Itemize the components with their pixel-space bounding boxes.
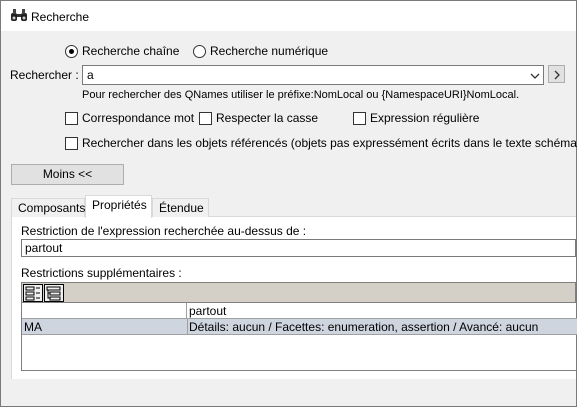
tab-properties[interactable]: Propriétés <box>85 195 152 218</box>
restrictions-grid: partout MA Détails: aucun / Facettes: en… <box>21 303 577 371</box>
regex-label: Expression régulière <box>370 111 480 125</box>
search-label: Rechercher : <box>10 68 79 82</box>
radio-numeric-label: Recherche numérique <box>210 44 329 58</box>
tab-components[interactable]: Composants <box>11 198 85 217</box>
search-input[interactable]: a <box>82 65 544 85</box>
chevron-right-icon <box>554 70 560 80</box>
radio-string-label: Recherche chaîne <box>82 44 180 58</box>
tab-scope[interactable]: Étendue <box>152 198 209 217</box>
checkbox-word-match[interactable]: Correspondance mot <box>65 111 194 125</box>
grid-header: partout <box>22 303 577 319</box>
checkbox-icon <box>353 111 366 125</box>
radio-selected-icon <box>65 44 78 58</box>
checkbox-match-case[interactable]: Respecter la casse <box>199 111 318 125</box>
row-name: MA <box>24 320 42 334</box>
grid-header-name-cell <box>22 303 187 319</box>
checkbox-referenced-objects[interactable]: Rechercher dans les objets référencés (o… <box>65 136 577 150</box>
search-next-button[interactable] <box>548 65 565 83</box>
referenced-label: Rechercher dans les objets référencés (o… <box>82 136 577 150</box>
additional-restrictions-label: Restrictions supplémentaires : <box>21 266 182 280</box>
checkbox-icon <box>65 111 78 125</box>
chevron-down-icon[interactable] <box>530 70 540 80</box>
word-match-label: Correspondance mot <box>82 111 195 125</box>
match-case-label: Respecter la casse <box>216 111 319 125</box>
collapse-all-icon[interactable] <box>44 284 64 302</box>
column-divider <box>187 319 188 335</box>
expand-all-icon[interactable] <box>23 284 43 302</box>
restriction-field[interactable]: partout <box>21 239 576 257</box>
restriction-value: partout <box>25 241 63 255</box>
grid-header-value: partout <box>189 304 227 318</box>
checkbox-icon <box>199 111 212 125</box>
checkbox-icon <box>65 136 78 150</box>
radio-numeric-search[interactable]: Recherche numérique <box>193 44 328 58</box>
row-detail: Détails: aucun / Facettes: enumeration, … <box>189 320 539 334</box>
table-row[interactable]: MA Détails: aucun / Facettes: enumeratio… <box>22 319 577 335</box>
window-title: Recherche <box>31 10 90 24</box>
radio-string-search[interactable]: Recherche chaîne <box>65 44 179 58</box>
restriction-label: Restriction de l'expression recherchée a… <box>21 224 307 238</box>
grid-toolbar <box>21 282 576 303</box>
less-button[interactable]: Moins << <box>11 164 124 185</box>
checkbox-regex[interactable]: Expression régulière <box>353 111 479 125</box>
search-hint: Pour rechercher des QNames utiliser le p… <box>82 89 520 101</box>
search-dialog: Recherche Recherche chaîne Recherche num… <box>0 0 577 407</box>
title-bar: Recherche <box>1 1 576 31</box>
radio-unselected-icon <box>193 44 206 58</box>
binoculars-icon <box>10 8 28 22</box>
search-value: a <box>87 68 94 82</box>
